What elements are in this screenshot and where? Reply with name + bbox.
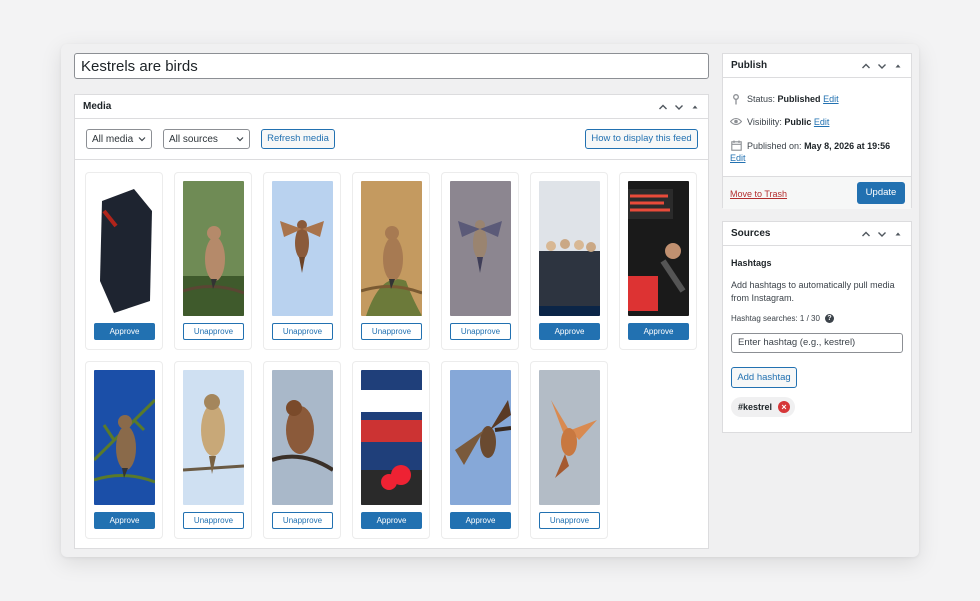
hashtag-count: Hashtag searches: 1 / 30 xyxy=(731,314,820,323)
refresh-media-button[interactable]: Refresh media xyxy=(261,129,335,149)
how-to-display-button[interactable]: How to display this feed xyxy=(585,129,698,149)
published-label: Published on: xyxy=(747,141,802,151)
update-button[interactable]: Update xyxy=(857,182,905,204)
edit-date-link[interactable]: Edit xyxy=(730,153,746,163)
hashtag-count-row: Hashtag searches: 1 / 30 ? xyxy=(731,314,834,323)
approve-button[interactable]: Approve xyxy=(628,323,689,340)
media-card: Approve xyxy=(352,361,430,539)
unapprove-button[interactable]: Unapprove xyxy=(183,512,244,529)
publish-panel-title: Publish xyxy=(731,60,768,71)
edit-date-row: Edit xyxy=(730,153,746,163)
media-thumbnail[interactable] xyxy=(183,181,244,316)
visibility-row: Visibility: Public Edit xyxy=(730,117,829,127)
media-card: Approve xyxy=(85,361,163,539)
calendar-icon xyxy=(730,140,742,151)
remove-hashtag-icon[interactable]: × xyxy=(778,401,791,413)
sources-panel-header: Sources xyxy=(723,222,911,246)
status-value: Published xyxy=(777,94,821,104)
approve-button[interactable]: Approve xyxy=(539,323,600,340)
collapse-toggle-icon[interactable] xyxy=(891,58,905,73)
media-thumbnail[interactable] xyxy=(361,370,422,505)
media-thumbnail[interactable] xyxy=(361,181,422,316)
hashtags-description: Add hashtags to automatically pull media… xyxy=(731,280,895,303)
unapprove-button[interactable]: Unapprove xyxy=(361,323,422,340)
unapprove-button[interactable]: Unapprove xyxy=(272,323,333,340)
approve-button[interactable]: Approve xyxy=(361,512,422,529)
approve-button[interactable]: Approve xyxy=(450,512,511,529)
media-card: Unapprove xyxy=(441,172,519,350)
approve-button[interactable]: Approve xyxy=(94,512,155,529)
status-label: Status: xyxy=(747,94,776,104)
media-filter-value: All media xyxy=(92,134,134,145)
collapse-toggle-icon[interactable] xyxy=(891,226,905,241)
source-filter-select[interactable]: All sources xyxy=(163,129,250,149)
move-up-icon[interactable] xyxy=(859,58,873,73)
status-row: Status: Published Edit xyxy=(730,94,839,105)
published-date-row: Published on: May 8, 2026 at 19:56 xyxy=(730,140,908,153)
unapprove-button[interactable]: Unapprove xyxy=(183,323,244,340)
media-panel: Media All media All sources Refresh medi… xyxy=(74,94,709,549)
media-card: Unapprove xyxy=(263,172,341,350)
chevron-down-icon xyxy=(236,137,244,142)
visibility-value: Public xyxy=(784,117,812,127)
media-thumbnail[interactable] xyxy=(450,181,511,316)
media-card: Approve xyxy=(530,172,608,350)
unapprove-button[interactable]: Unapprove xyxy=(450,323,511,340)
media-thumbnail[interactable] xyxy=(94,370,155,505)
media-thumbnail[interactable] xyxy=(539,181,600,316)
pin-icon xyxy=(730,94,742,105)
sources-panel-title: Sources xyxy=(731,228,771,239)
media-thumbnail[interactable] xyxy=(272,181,333,316)
media-card: Approve xyxy=(441,361,519,539)
published-value: May 8, 2026 at 19:56 xyxy=(804,141,891,151)
media-card: Unapprove xyxy=(174,361,252,539)
move-down-icon[interactable] xyxy=(875,226,889,241)
media-card: Unapprove xyxy=(352,172,430,350)
media-thumbnail[interactable] xyxy=(628,181,689,316)
publish-panel: Publish Status: Published Edit Visibilit… xyxy=(722,53,912,209)
move-up-icon[interactable] xyxy=(859,226,873,241)
chevron-down-icon xyxy=(138,137,146,142)
move-up-icon[interactable] xyxy=(656,99,670,114)
edit-visibility-link[interactable]: Edit xyxy=(814,117,830,127)
unapprove-button[interactable]: Unapprove xyxy=(272,512,333,529)
media-filter-select[interactable]: All media xyxy=(86,129,152,149)
media-toolbar: All media All sources Refresh media How … xyxy=(75,119,708,160)
move-to-trash-link[interactable]: Move to Trash xyxy=(730,189,787,199)
edit-status-link[interactable]: Edit xyxy=(823,94,839,104)
eye-icon xyxy=(730,117,742,126)
source-filter-value: All sources xyxy=(169,134,218,145)
hashtag-input[interactable]: Enter hashtag (e.g., kestrel) xyxy=(731,333,903,353)
hashtags-heading: Hashtags xyxy=(731,258,772,268)
media-card: Approve xyxy=(85,172,163,350)
media-panel-title: Media xyxy=(83,101,112,112)
help-icon[interactable]: ? xyxy=(824,314,834,323)
move-down-icon[interactable] xyxy=(875,58,889,73)
media-card: Unapprove xyxy=(174,172,252,350)
publish-actions: Move to Trash Update xyxy=(723,176,911,209)
media-thumbnail[interactable] xyxy=(94,181,155,316)
hashtag-chip-label: #kestrel xyxy=(738,402,773,412)
editor-window: Kestrels are birds Media All media All s… xyxy=(61,44,919,557)
media-card: Unapprove xyxy=(530,361,608,539)
media-thumbnail[interactable] xyxy=(183,370,244,505)
sources-panel: Sources Hashtags Add hashtags to automat… xyxy=(722,221,912,433)
post-title-input[interactable]: Kestrels are birds xyxy=(74,53,709,79)
publish-panel-header: Publish xyxy=(723,54,911,78)
media-panel-header: Media xyxy=(75,95,708,119)
approve-button[interactable]: Approve xyxy=(94,323,155,340)
media-thumbnail[interactable] xyxy=(450,370,511,505)
hashtag-chip: #kestrel × xyxy=(731,397,796,417)
visibility-label: Visibility: xyxy=(747,117,782,127)
unapprove-button[interactable]: Unapprove xyxy=(539,512,600,529)
media-card: Unapprove xyxy=(263,361,341,539)
move-down-icon[interactable] xyxy=(672,99,686,114)
collapse-toggle-icon[interactable] xyxy=(688,99,702,114)
add-hashtag-button[interactable]: Add hashtag xyxy=(731,367,797,388)
media-thumbnail[interactable] xyxy=(539,370,600,505)
media-thumbnail[interactable] xyxy=(272,370,333,505)
media-card: Approve xyxy=(619,172,697,350)
